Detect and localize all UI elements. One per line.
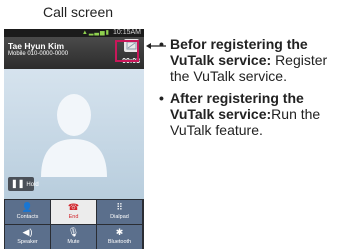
dialpad-label: Dialpad (110, 214, 129, 220)
dialpad-button[interactable]: ⠿ Dialpad (97, 200, 142, 224)
notes-list: • Befor registering the VuTalk service: … (159, 36, 340, 144)
mute-label: Mute (67, 239, 80, 245)
hold-label: Hold (26, 182, 39, 188)
speaker-icon: ◀) (22, 227, 33, 237)
bluetooth-button[interactable]: ✱ Bluetooth (97, 225, 142, 249)
end-call-icon: ☎ (67, 202, 80, 212)
call-buttons: 👤 Contacts ☎ End ⠿ Dialpad ◀) Speaker 🎙 … (4, 199, 144, 249)
signal-battery-icon: ▲▂▃▅▮ (81, 30, 110, 36)
vutalk-highlight-box (115, 40, 139, 62)
contacts-label: Contacts (16, 214, 39, 220)
bullet: • (159, 36, 164, 52)
end-label: End (68, 214, 79, 220)
end-call-button[interactable]: ☎ End (51, 200, 96, 224)
speaker-label: Speaker (17, 239, 38, 245)
caller-name: Tae Hyun Kim (8, 41, 65, 51)
call-screen-caption: Call screen (42, 4, 114, 20)
avatar-silhouette-icon (41, 94, 107, 177)
status-time: 10:15AM (112, 29, 141, 36)
note-after-registering: • After registering the VuTalk service:R… (159, 90, 340, 138)
pause-icon: ❚❚ (11, 179, 25, 188)
status-bar: ▲▂▃▅▮ 10:15AM (4, 29, 144, 37)
dialpad-icon: ⠿ (116, 202, 123, 212)
phone-screen: ▲▂▃▅▮ 10:15AM Tae Hyun Kim Mobile 010-000… (4, 29, 144, 249)
mute-button[interactable]: 🎙 Mute (51, 225, 96, 249)
bullet: • (159, 90, 164, 106)
note-before-registering: • Befor registering the VuTalk service: … (159, 36, 340, 84)
caller-number: Mobile 010-0000-0000 (8, 51, 69, 57)
contact-photo-area: ❚❚ Hold (4, 69, 144, 199)
contacts-icon: 👤 (21, 202, 34, 212)
hold-button[interactable]: ❚❚ Hold (8, 177, 39, 191)
speaker-button[interactable]: ◀) Speaker (5, 225, 50, 249)
mute-icon: 🎙 (67, 227, 80, 237)
contacts-button[interactable]: 👤 Contacts (5, 200, 50, 224)
bluetooth-icon: ✱ (115, 227, 124, 237)
bluetooth-label: Bluetooth (107, 239, 132, 245)
